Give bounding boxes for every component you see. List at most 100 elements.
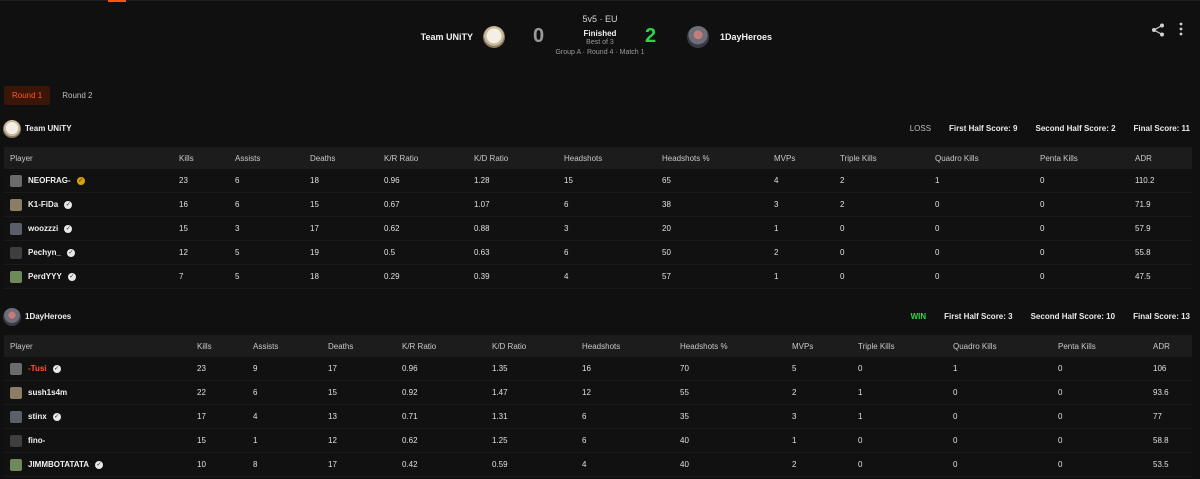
- player-cell[interactable]: K1-FiDa ✓: [4, 192, 173, 217]
- stat-kills: 15: [191, 428, 247, 453]
- player-avatar[interactable]: [10, 198, 22, 211]
- player-avatar[interactable]: [10, 270, 22, 283]
- column-header-quadro-kills[interactable]: Quadro Kills: [929, 147, 1034, 169]
- player-avatar[interactable]: [10, 386, 22, 399]
- column-header-adr[interactable]: ADR: [1129, 147, 1192, 169]
- player-cell[interactable]: sush1s4m: [4, 380, 191, 405]
- column-header-deaths[interactable]: Deaths: [322, 335, 396, 357]
- column-header-assists[interactable]: Assists: [247, 335, 322, 357]
- stat-mvps: 3: [786, 404, 852, 429]
- table-row[interactable]: NEOFRAG- ✓ 23 6 18 0.96 1.28 15 65 4 2 1 0 110.2: [4, 169, 1192, 193]
- table-row[interactable]: PerdYYY ✓ 7 5 18 0.29 0.39 4 57 1 0 0 0 47.5: [4, 264, 1192, 289]
- team1-avatar[interactable]: [483, 26, 505, 48]
- team2-avatar[interactable]: [687, 26, 709, 48]
- column-header-assists[interactable]: Assists: [229, 147, 304, 169]
- stat-deaths: 17: [322, 357, 396, 381]
- stat-quadro-kills: 0: [947, 380, 1052, 405]
- player-cell[interactable]: -Tusi ✓: [4, 357, 191, 381]
- player-cell[interactable]: PerdYYY ✓: [4, 264, 173, 289]
- table-row[interactable]: woozzzi ✓ 15 3 17 0.62 0.88 3 20 1 0 0 0 57.9: [4, 216, 1192, 241]
- column-header-penta-kills[interactable]: Penta Kills: [1052, 335, 1147, 357]
- column-header-quadro-kills[interactable]: Quadro Kills: [947, 335, 1052, 357]
- stat-assists: 5: [229, 264, 304, 289]
- player-avatar[interactable]: [10, 222, 22, 235]
- column-header-adr[interactable]: ADR: [1147, 335, 1192, 357]
- table-row[interactable]: fino- 15 1 12 0.62 1.25 6 40 1 0 0 0 58.8: [4, 428, 1192, 453]
- column-header-kills[interactable]: Kills: [191, 335, 247, 357]
- player-cell[interactable]: woozzzi ✓: [4, 216, 173, 241]
- team2-name[interactable]: 1DayHeroes: [720, 32, 772, 42]
- column-header-triple-kills[interactable]: Triple Kills: [852, 335, 947, 357]
- player-name[interactable]: fino-: [28, 436, 45, 445]
- column-header-headshots-[interactable]: Headshots %: [656, 147, 768, 169]
- column-header-k-d-ratio[interactable]: K/D Ratio: [486, 335, 576, 357]
- column-header-player[interactable]: Player: [4, 147, 173, 169]
- player-name[interactable]: PerdYYY: [28, 272, 62, 281]
- player-name[interactable]: JIMMBOTATATA: [28, 460, 89, 469]
- table-row[interactable]: stinx ✓ 17 4 13 0.71 1.31 6 35 3 1 0 0 77: [4, 404, 1192, 429]
- player-name[interactable]: Pechyn_: [28, 248, 61, 257]
- table-row[interactable]: Pechyn_ ✓ 12 5 19 0.5 0.63 6 50 2 0 0 0 55.8: [4, 240, 1192, 265]
- team1-score: 0: [533, 25, 545, 47]
- column-header-mvps[interactable]: MVPs: [768, 147, 834, 169]
- player-cell[interactable]: NEOFRAG- ✓: [4, 169, 173, 193]
- tab-round-1[interactable]: Round 1: [4, 86, 51, 105]
- player-cell[interactable]: JIMMBOTATATA ✓: [4, 452, 191, 477]
- team2-section-name: 1DayHeroes: [25, 312, 72, 321]
- stat-k-d-ratio: 1.25: [486, 428, 576, 453]
- player-name[interactable]: sush1s4m: [28, 388, 67, 397]
- stat-k-d-ratio: 0.63: [468, 240, 558, 265]
- player-name[interactable]: stinx: [28, 412, 47, 421]
- column-header-k-r-ratio[interactable]: K/R Ratio: [396, 335, 486, 357]
- tab-round-2[interactable]: Round 2: [54, 86, 100, 105]
- column-header-player[interactable]: Player: [4, 335, 191, 357]
- team2-section-header: 1DayHeroes WIN First Half Score: 3 Secon…: [0, 306, 1200, 328]
- stat-triple-kills: 2: [834, 169, 929, 193]
- table-row[interactable]: -Tusi ✓ 23 9 17 0.96 1.35 16 70 5 0 1 0 106: [4, 357, 1192, 381]
- stat-quadro-kills: 0: [929, 240, 1034, 265]
- player-name[interactable]: K1-FiDa: [28, 200, 58, 209]
- player-avatar[interactable]: [10, 246, 22, 259]
- team1-name[interactable]: Team UNiTY: [421, 32, 473, 42]
- stat-assists: 5: [229, 240, 304, 265]
- player-name[interactable]: woozzzi: [28, 224, 58, 233]
- column-header-kills[interactable]: Kills: [173, 147, 229, 169]
- stat-headshots-: 38: [656, 192, 768, 217]
- player-avatar[interactable]: [10, 362, 22, 375]
- match-group: Group A · Round 4 · Match 1: [555, 49, 645, 56]
- team2-stats-table: Player Kills Assists Deaths K/R Ratio K/D Rat…: [4, 335, 1192, 477]
- stat-adr: 110.2: [1129, 169, 1192, 193]
- player-avatar[interactable]: [10, 410, 22, 423]
- column-header-mvps[interactable]: MVPs: [786, 335, 852, 357]
- more-menu-icon[interactable]: [1176, 22, 1186, 38]
- table-row[interactable]: K1-FiDa ✓ 16 6 15 0.67 1.07 6 38 3 2 0 0 71.9: [4, 192, 1192, 217]
- player-cell[interactable]: fino-: [4, 428, 191, 453]
- stat-penta-kills: 0: [1052, 357, 1147, 381]
- player-cell[interactable]: stinx ✓: [4, 404, 191, 429]
- player-avatar[interactable]: [10, 174, 22, 187]
- stat-kills: 16: [173, 192, 229, 217]
- player-avatar[interactable]: [10, 458, 22, 471]
- player-name[interactable]: -Tusi: [28, 364, 47, 373]
- player-name[interactable]: NEOFRAG-: [28, 176, 71, 185]
- column-header-headshots-[interactable]: Headshots %: [674, 335, 786, 357]
- column-header-headshots[interactable]: Headshots: [558, 147, 656, 169]
- player-avatar[interactable]: [10, 434, 22, 447]
- column-header-k-d-ratio[interactable]: K/D Ratio: [468, 147, 558, 169]
- column-header-penta-kills[interactable]: Penta Kills: [1034, 147, 1129, 169]
- table-row[interactable]: JIMMBOTATATA ✓ 10 8 17 0.42 0.59 4 40 2 0 0 0 53.5: [4, 452, 1192, 477]
- stat-mvps: 3: [768, 192, 834, 217]
- column-header-deaths[interactable]: Deaths: [304, 147, 378, 169]
- stat-penta-kills: 0: [1034, 169, 1129, 193]
- share-icon[interactable]: [1151, 23, 1165, 37]
- column-header-headshots[interactable]: Headshots: [576, 335, 674, 357]
- stat-deaths: 15: [304, 192, 378, 217]
- stat-assists: 8: [247, 452, 322, 477]
- stat-adr: 58.8: [1147, 428, 1192, 453]
- player-cell[interactable]: Pechyn_ ✓: [4, 240, 173, 265]
- stat-penta-kills: 0: [1052, 428, 1147, 453]
- stat-k-d-ratio: 1.35: [486, 357, 576, 381]
- column-header-triple-kills[interactable]: Triple Kills: [834, 147, 929, 169]
- column-header-k-r-ratio[interactable]: K/R Ratio: [378, 147, 468, 169]
- table-row[interactable]: sush1s4m 22 6 15 0.92 1.47 12 55 2 1 0 0 93.6: [4, 380, 1192, 405]
